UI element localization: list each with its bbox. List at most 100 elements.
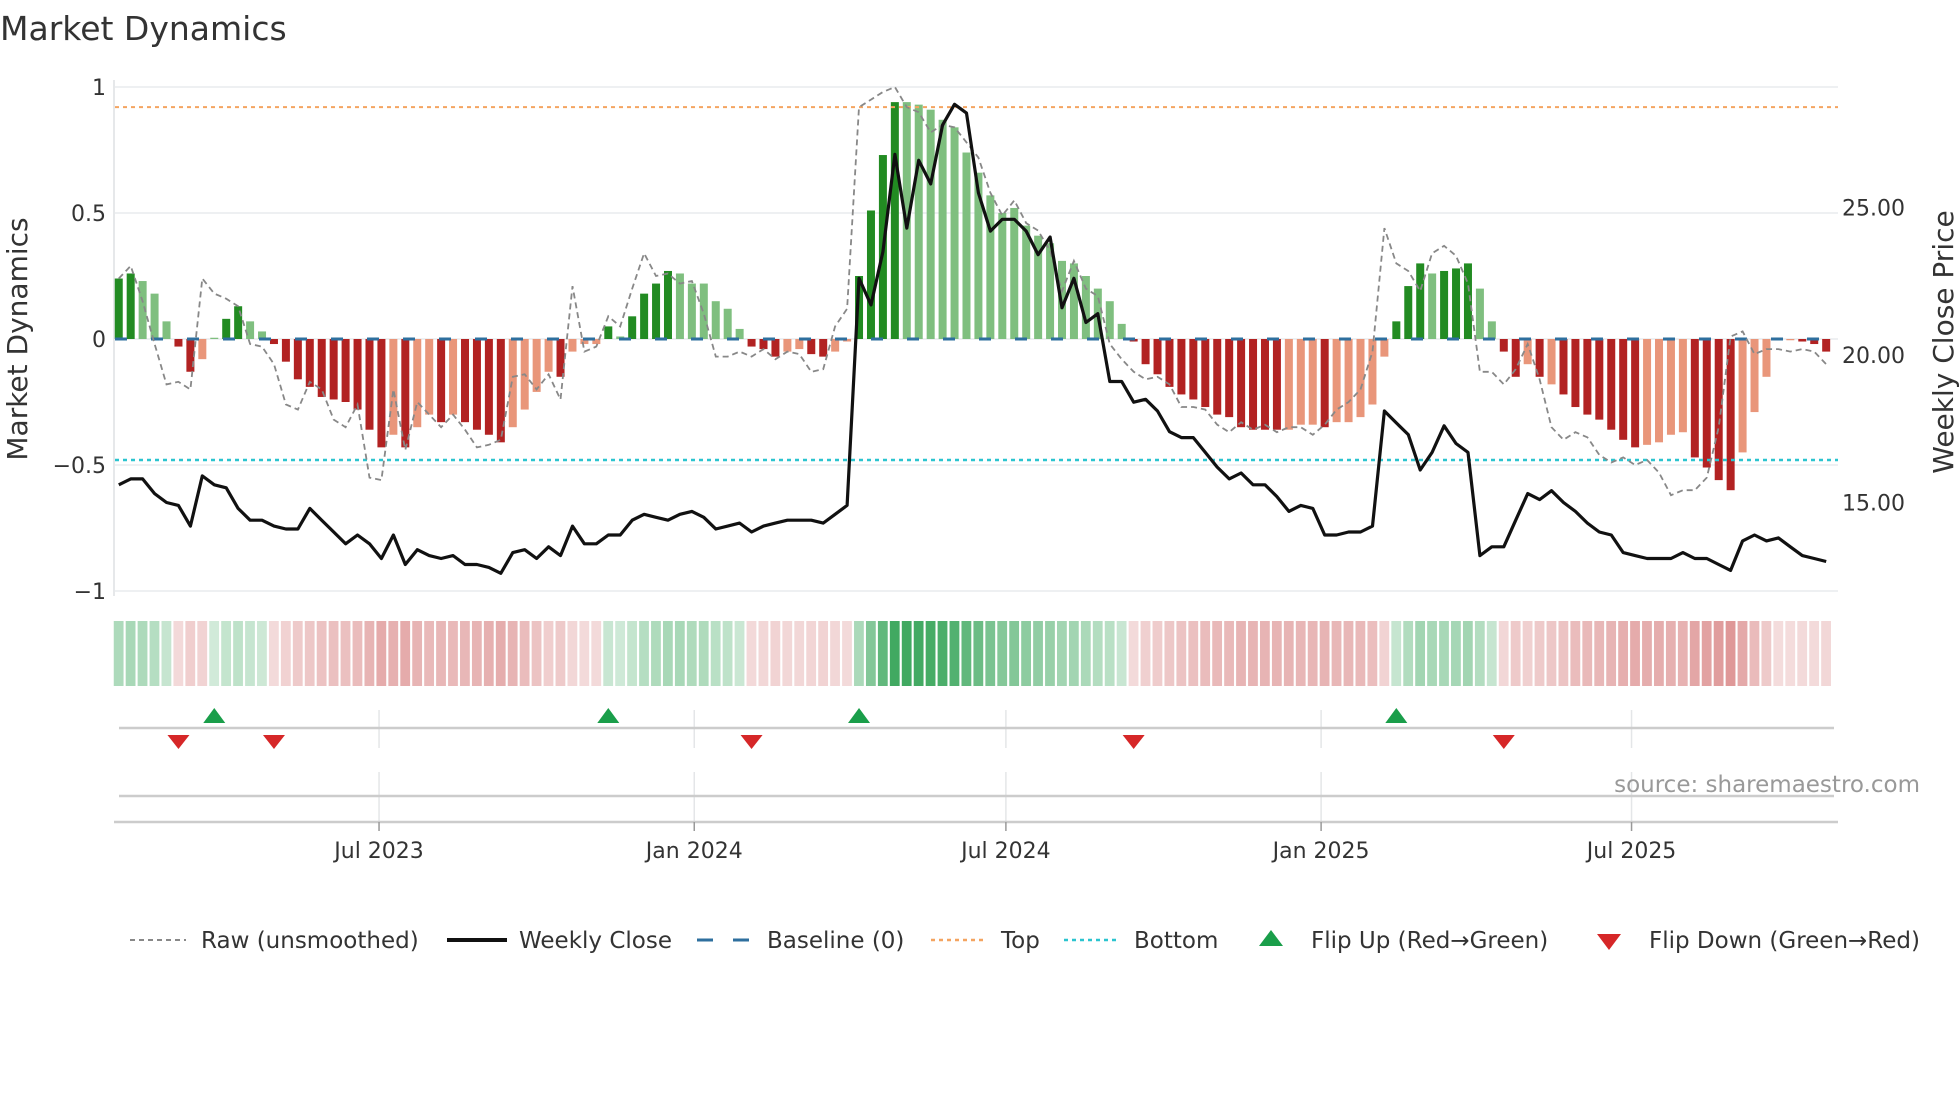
momentum-bar — [1428, 273, 1437, 339]
momentum-bar — [1249, 339, 1258, 430]
strip-cell — [1439, 621, 1449, 686]
market-dynamics-chart: Market Dynamics Market Dynamics Weekly C… — [0, 9, 1960, 954]
momentum-bar — [1678, 339, 1687, 433]
strip-cell — [1630, 621, 1640, 686]
legend-label: Weekly Close — [519, 928, 672, 954]
legend: Raw (unsmoothed) Weekly Close Baseline (0)… — [130, 928, 1920, 954]
y-axis-label: Market Dynamics — [1, 217, 34, 460]
strip-cell — [1331, 621, 1342, 686]
y-tick-label: −1 — [74, 580, 106, 605]
strip-cell — [340, 621, 351, 686]
strip-cell — [603, 621, 614, 686]
strip-cell — [1021, 621, 1031, 686]
strip-cell — [1033, 621, 1043, 686]
strip-cell — [1642, 621, 1652, 686]
strip-cell — [531, 621, 542, 686]
strip-cell — [424, 621, 434, 686]
strip-cell — [1152, 621, 1163, 686]
momentum-bar — [1619, 339, 1628, 440]
strip-cell — [1749, 621, 1760, 686]
strip-cell — [830, 621, 840, 686]
strip-cell — [1534, 621, 1545, 686]
legend-item-bottom: Bottom — [1064, 928, 1218, 954]
momentum-bar — [1452, 268, 1461, 339]
strip-cell — [1092, 621, 1103, 686]
strip-cell — [268, 621, 279, 686]
strip-cell — [471, 621, 482, 686]
strip-cell — [1391, 621, 1402, 686]
strip-cell — [806, 621, 817, 686]
legend-label: Bottom — [1134, 928, 1218, 954]
strip-cell — [651, 621, 661, 686]
strip-cell — [997, 621, 1008, 686]
strip-cell — [364, 621, 375, 686]
strip-cell — [1116, 621, 1127, 686]
momentum-bar — [640, 293, 649, 339]
strip-cell — [686, 621, 697, 686]
legend-item-baseline: Baseline (0) — [697, 928, 904, 954]
momentum-bar — [1213, 339, 1222, 415]
momentum-bar — [747, 339, 756, 347]
chart-title: Market Dynamics — [0, 9, 287, 48]
strip-cell — [662, 621, 673, 686]
strip-cell — [1821, 621, 1831, 686]
momentum-bar — [1284, 339, 1293, 430]
strip-cell — [1236, 621, 1246, 686]
strip-cell — [842, 621, 852, 686]
strip-cell — [304, 621, 315, 686]
momentum-bar — [950, 127, 959, 339]
y-tick-label: 1 — [92, 76, 106, 101]
x-tick-label: Jul 2023 — [332, 839, 424, 864]
strip-cell — [865, 621, 876, 686]
momentum-bar — [1559, 339, 1568, 395]
x-tick-label: Jul 2024 — [959, 839, 1051, 864]
strip-cell — [1200, 621, 1211, 686]
momentum-bar — [377, 339, 386, 448]
strip-cell — [1701, 621, 1712, 686]
strip-cell — [209, 621, 220, 686]
momentum-bar — [1666, 339, 1675, 435]
momentum-bar — [1177, 339, 1186, 395]
strip-cell — [1773, 621, 1784, 686]
strip-cell — [1451, 621, 1461, 686]
y2-tick-label: 20.00 — [1842, 344, 1905, 369]
flip-down-marker — [167, 735, 190, 749]
momentum-bar — [305, 339, 314, 387]
legend-label: Baseline (0) — [767, 928, 904, 954]
momentum-bar — [1655, 339, 1664, 443]
momentum-bar — [795, 339, 804, 350]
strip-cell — [1689, 621, 1700, 686]
strip-cell — [113, 621, 124, 686]
strip-cell — [1009, 621, 1020, 686]
strip-cell — [448, 621, 458, 686]
strip-cell — [639, 621, 649, 686]
momentum-bar — [544, 339, 553, 372]
strip-cell — [543, 621, 554, 686]
momentum-bar — [1260, 339, 1269, 430]
strip-cell — [1654, 621, 1664, 686]
momentum-bar — [723, 308, 732, 339]
momentum-bar — [1440, 270, 1449, 339]
momentum-bar — [1344, 339, 1353, 423]
momentum-bar — [556, 339, 565, 377]
strip-cell — [412, 621, 423, 686]
strip-cell — [1104, 621, 1115, 686]
momentum-bar — [150, 293, 159, 339]
flip-down-marker — [1492, 735, 1515, 749]
strip-cell — [1379, 621, 1390, 686]
strip-cell — [1403, 621, 1414, 686]
legend-item-close: Weekly Close — [447, 928, 672, 954]
strip-cell — [328, 621, 339, 686]
x-tick-label: Jul 2025 — [1585, 839, 1677, 864]
strip-cell — [1558, 621, 1569, 686]
momentum-bar — [1392, 321, 1401, 339]
momentum-bar — [807, 339, 816, 355]
strip-cell — [1665, 621, 1676, 686]
momentum-bar — [461, 339, 470, 423]
strip-cell — [1546, 621, 1557, 686]
legend-label: Raw (unsmoothed) — [201, 928, 419, 954]
momentum-bar — [1738, 339, 1747, 453]
strip-cell — [1164, 621, 1175, 686]
strip-cell — [1486, 621, 1497, 686]
momentum-bar — [484, 339, 493, 435]
